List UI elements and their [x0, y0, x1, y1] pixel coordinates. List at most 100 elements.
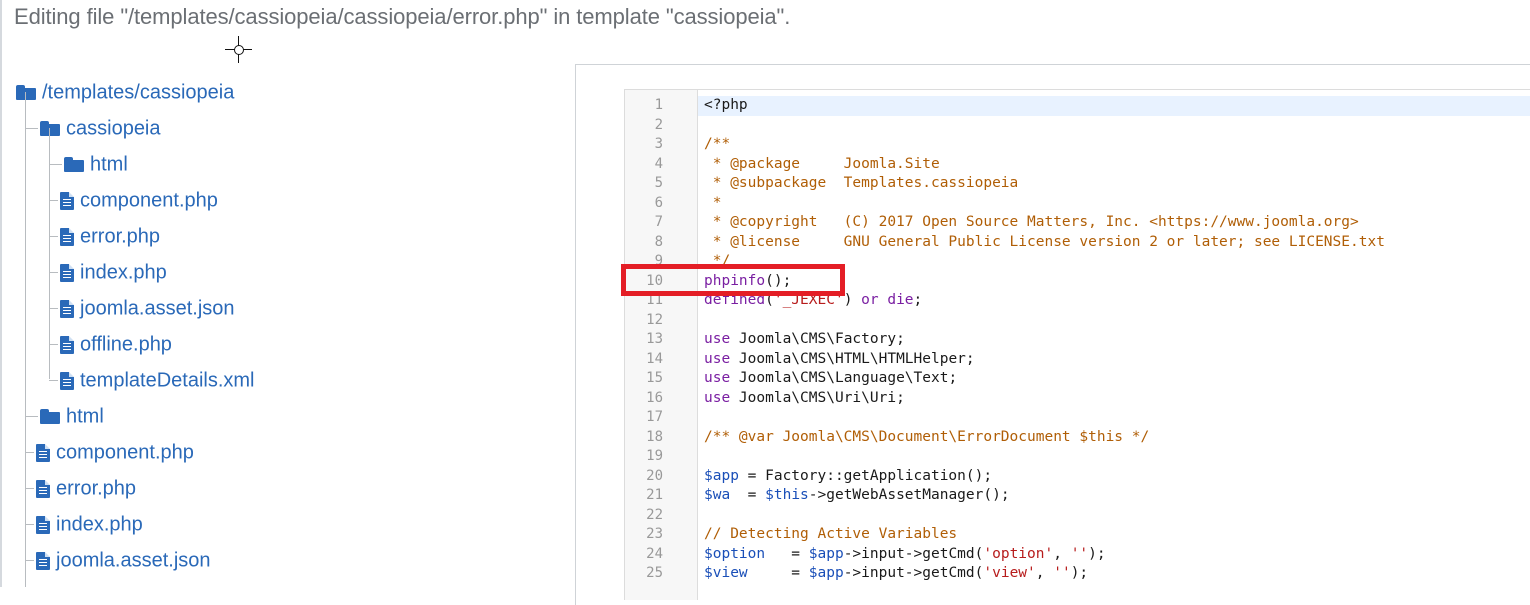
line-number: 2 — [654, 116, 663, 133]
tree-file[interactable]: offline.php — [60, 329, 172, 359]
line-number: 22 — [646, 506, 663, 523]
line-number: 25 — [646, 565, 663, 581]
line-number: 21 — [646, 487, 663, 503]
folder-icon — [40, 409, 60, 425]
tree-file[interactable]: index.php — [60, 257, 167, 287]
code-line[interactable]: use Joomla\CMS\HTML\HTMLHelper; — [704, 350, 975, 370]
tree-file[interactable]: component.php — [36, 437, 194, 467]
tree-connector — [49, 236, 58, 237]
tree-connector — [49, 128, 50, 379]
folder-icon — [16, 85, 36, 101]
file-icon — [60, 335, 74, 354]
code-line[interactable]: <?php — [704, 96, 748, 116]
line-number: 13 — [646, 331, 663, 347]
line-number: 6 — [654, 194, 663, 211]
file-icon — [36, 479, 50, 498]
tree-connector — [49, 164, 62, 165]
tree-item-label: error.php — [56, 477, 137, 500]
code-line[interactable]: * @license GNU General Public License ve… — [704, 233, 1385, 253]
tree-item-label: joomla.asset.json — [56, 549, 211, 572]
tree-connector — [25, 416, 38, 417]
code-line[interactable]: * — [704, 194, 722, 214]
file-icon — [60, 299, 74, 318]
code-line[interactable]: $view = $app->input->getCmd('view', ''); — [704, 564, 1088, 584]
tree-item-label: component.php — [56, 441, 194, 464]
file-icon — [60, 263, 74, 282]
tree-folder[interactable]: /templates/cassiopeia — [16, 77, 234, 107]
code-editor[interactable]: 1 <?php 2 3/** 4 * @package Joomla.Site 5 * @… — [624, 89, 1530, 600]
line-number: 12 — [646, 311, 663, 328]
tree-item-label: html — [66, 405, 104, 428]
code-line[interactable]: use Joomla\CMS\Factory; — [704, 330, 905, 350]
line-number: 5 — [654, 175, 663, 191]
file-icon — [36, 515, 50, 534]
tree-connector — [49, 344, 58, 345]
code-line[interactable]: $option = $app->input->getCmd('option', … — [704, 545, 1106, 565]
line-number: 7 — [654, 214, 663, 230]
line-number: 17 — [646, 409, 663, 425]
code-line[interactable]: /** — [704, 135, 730, 155]
tree-file[interactable]: error.php — [36, 473, 136, 503]
tree-file[interactable]: joomla.asset.json — [36, 545, 211, 575]
line-number: 19 — [646, 448, 663, 464]
code-line[interactable]: /** @var Joomla\CMS\Document\ErrorDocume… — [704, 428, 1149, 448]
tree-item-label: html — [90, 153, 128, 176]
line-number: 20 — [646, 467, 663, 484]
tree-item-label: offline.php — [80, 333, 172, 356]
tree-connector — [49, 308, 58, 309]
line-number: 16 — [646, 389, 663, 406]
code-line[interactable]: // Detecting Active Variables — [704, 525, 957, 545]
tree-file[interactable]: error.php — [60, 221, 160, 251]
file-icon — [60, 227, 74, 246]
code-line[interactable]: use Joomla\CMS\Uri\Uri; — [704, 389, 905, 409]
file-icon — [36, 443, 50, 462]
tree-folder[interactable]: html — [64, 149, 128, 179]
line-number: 23 — [646, 526, 663, 542]
file-icon — [36, 551, 50, 570]
tree-item-label: index.php — [56, 513, 143, 536]
code-line[interactable]: $app = Factory::getApplication(); — [704, 467, 992, 487]
line-number: 8 — [654, 233, 663, 250]
code-line[interactable]: * @subpackage Templates.cassiopeia — [704, 174, 1019, 194]
tree-connector — [25, 92, 26, 587]
tree-connector — [25, 524, 34, 525]
code-line[interactable]: * @package Joomla.Site — [704, 155, 940, 175]
code-line[interactable]: $wa = $this->getWebAssetManager(); — [704, 486, 1010, 506]
tree-connector — [25, 128, 38, 129]
line-number: 1 — [654, 97, 663, 113]
code-line[interactable]: use Joomla\CMS\Language\Text; — [704, 369, 957, 389]
line-number: 15 — [646, 370, 663, 386]
tree-connector — [49, 200, 58, 201]
tree-folder[interactable]: cassiopeia — [40, 113, 161, 143]
code-line[interactable]: * @copyright (C) 2017 Open Source Matter… — [704, 213, 1359, 233]
tree-item-label: templateDetails.xml — [80, 369, 255, 392]
tree-folder[interactable]: html — [40, 401, 104, 431]
line-number: 18 — [646, 428, 663, 445]
tree-connector — [25, 560, 34, 561]
tree-connector — [49, 380, 58, 381]
file-icon — [60, 191, 74, 210]
line-number: 3 — [654, 136, 663, 152]
folder-icon — [40, 121, 60, 137]
tree-item-label: index.php — [80, 261, 167, 284]
tree-connector — [25, 452, 34, 453]
tree-connector — [49, 272, 58, 273]
tree-connector — [25, 488, 34, 489]
tree-item-label: cassiopeia — [66, 117, 161, 140]
tree-item-label: component.php — [80, 189, 218, 212]
tree-file[interactable]: joomla.asset.json — [60, 293, 235, 323]
folder-icon — [64, 157, 84, 173]
tree-item-label: error.php — [80, 225, 161, 248]
line-number: 24 — [646, 545, 663, 562]
file-tree: /templates/cassiopeia cassiopeia html compo… — [0, 0, 560, 587]
tree-item-label: /templates/cassiopeia — [42, 81, 235, 104]
tree-file[interactable]: templateDetails.xml — [60, 365, 255, 395]
tree-file[interactable]: component.php — [60, 185, 218, 215]
file-icon — [60, 371, 74, 390]
line-number: 14 — [646, 350, 663, 367]
tree-item-label: joomla.asset.json — [80, 297, 235, 320]
active-line-highlight — [698, 96, 1530, 116]
highlight-annotation-box — [621, 264, 845, 296]
line-number: 4 — [654, 155, 663, 172]
tree-file[interactable]: index.php — [36, 509, 143, 539]
